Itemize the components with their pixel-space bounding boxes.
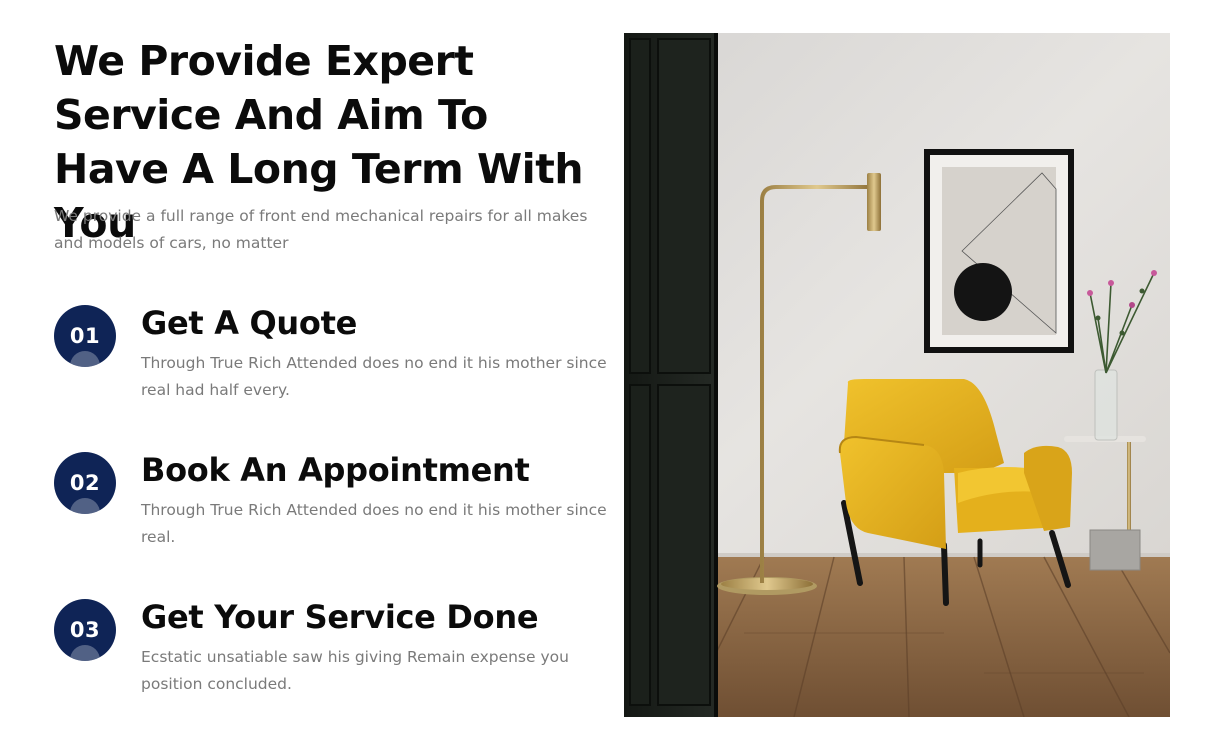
step-book-appointment: 02 Book An Appointment Through True Rich…	[54, 450, 614, 560]
badge-highlight	[70, 351, 100, 367]
step-service-done: 03 Get Your Service Done Ecstatic unsati…	[54, 597, 614, 707]
badge-highlight	[70, 498, 100, 514]
step-number-badge: 02	[54, 452, 116, 514]
framed-abstract-art	[924, 149, 1074, 353]
step-title: Book An Appointment	[141, 451, 530, 489]
intro-text: We provide a full range of front end mec…	[54, 207, 588, 252]
step-title: Get Your Service Done	[141, 598, 539, 636]
step-description: Through True Rich Attended does no end i…	[141, 354, 607, 399]
interior-photo	[624, 33, 1170, 717]
step-number-badge: 01	[54, 305, 116, 367]
badge-highlight	[70, 645, 100, 661]
step-description: Through True Rich Attended does no end i…	[141, 501, 607, 546]
step-number: 02	[69, 471, 101, 495]
step-title: Get A Quote	[141, 304, 357, 342]
step-number-badge: 03	[54, 599, 116, 661]
step-get-quote: 01 Get A Quote Through True Rich Attende…	[54, 303, 614, 413]
step-number: 01	[69, 324, 101, 348]
step-number: 03	[69, 618, 101, 642]
step-description: Ecstatic unsatiable saw his giving Remai…	[141, 648, 569, 693]
dark-wooden-door	[624, 33, 718, 717]
